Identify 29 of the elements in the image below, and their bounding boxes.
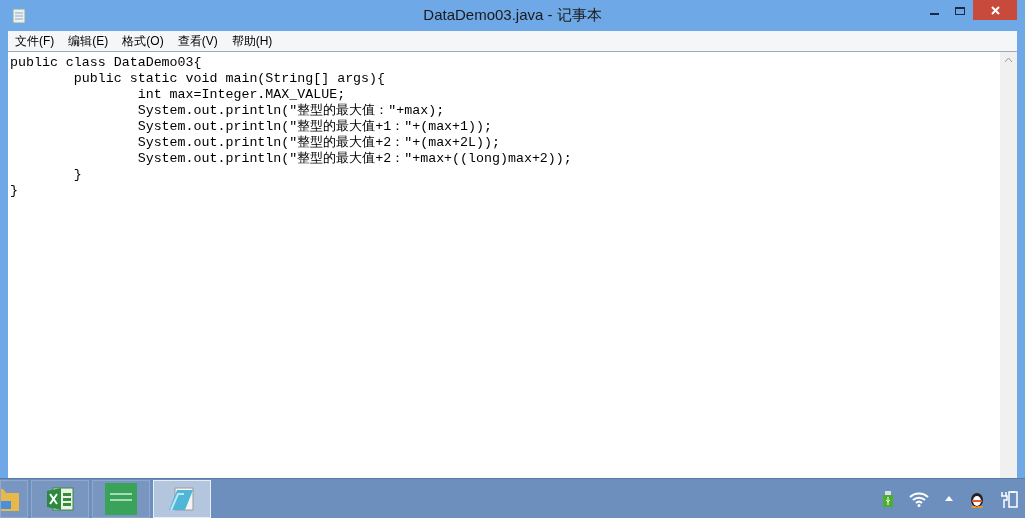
code-line: System.out.println("整型的最大值+2："+max+((long)max+2)); <box>136 151 572 167</box>
menu-item[interactable]: 编辑(E) <box>61 32 116 50</box>
menu-item[interactable]: 格式(O) <box>115 32 171 50</box>
menu-item[interactable]: 文件(F) <box>8 32 62 50</box>
taskbar-button[interactable] <box>92 479 150 518</box>
menu-item[interactable]: 帮助(H) <box>224 32 280 50</box>
vertical-scrollbar[interactable] <box>1000 52 1017 478</box>
notepad-icon[interactable] <box>12 7 26 24</box>
app-icon <box>105 482 137 515</box>
code-line: public class DataDemo03{ <box>10 55 202 71</box>
code-line: } <box>72 167 82 183</box>
code-line: public static void main(String[] args){ <box>72 71 386 87</box>
taskbar-button[interactable] <box>31 479 89 518</box>
menu-item[interactable]: 查看(V) <box>170 32 225 50</box>
code-line: int max=Integer.MAX_VALUE; <box>136 87 346 103</box>
code-line: System.out.println("整型的最大值+1："+(max+1)); <box>136 119 492 135</box>
code-line: System.out.println("整型的最大值："+max); <box>136 103 445 119</box>
code-line: System.out.println("整型的最大值+2："+(max+2L)); <box>136 135 500 151</box>
taskbar-button[interactable] <box>0 479 28 518</box>
show-hidden-icons-icon[interactable] <box>945 496 953 501</box>
close-button[interactable] <box>973 0 1017 20</box>
spreadsheet-icon <box>45 484 75 513</box>
wifi-icon[interactable] <box>909 490 929 507</box>
code-line: } <box>10 183 18 199</box>
power-plug-icon[interactable] <box>1001 489 1019 508</box>
usb-drive-icon[interactable] <box>883 490 893 507</box>
close-icon <box>990 5 1000 15</box>
window-title: DataDemo03.java - 记事本 <box>423 5 602 26</box>
scroll-up-icon[interactable] <box>1005 58 1012 62</box>
